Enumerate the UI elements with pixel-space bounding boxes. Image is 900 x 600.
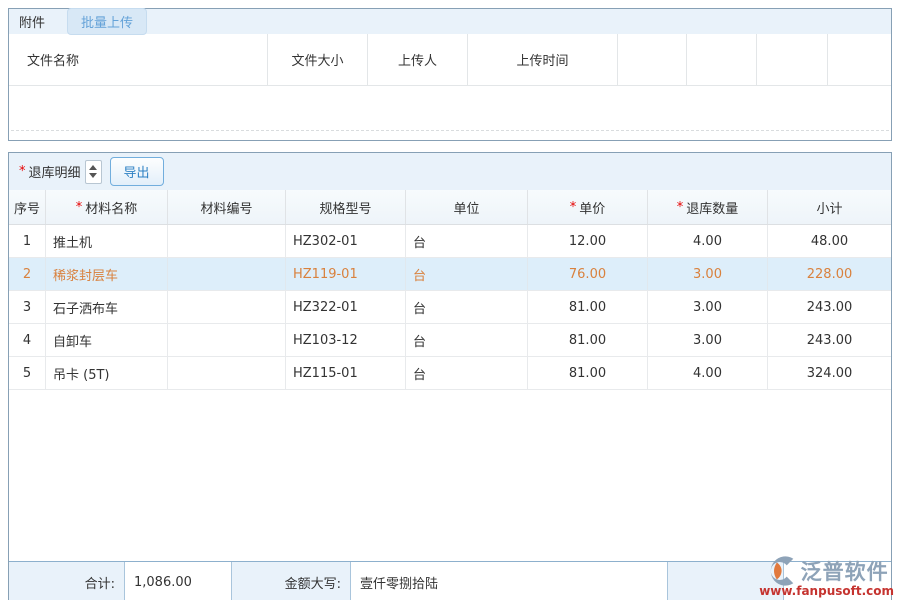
total-label: 合计: (9, 562, 125, 600)
cell-spec-model: HZ103-12 (286, 324, 406, 356)
cell-unit: 台 (406, 225, 528, 257)
cell-spec-model: HZ115-01 (286, 357, 406, 389)
cell-subtotal: 228.00 (768, 258, 891, 290)
detail-header-bar: * 退库明细 导出 (9, 153, 891, 190)
cell-material-code (168, 291, 286, 323)
column-header-unit-price: *单价 (528, 190, 648, 224)
column-header-seq: 序号 (9, 190, 46, 224)
cell-return-qty: 3.00 (648, 291, 768, 323)
cell-material-code (168, 258, 286, 290)
cell-seq: 4 (9, 324, 46, 356)
column-header-unit: 单位 (406, 190, 528, 224)
cell-unit-price: 12.00 (528, 225, 648, 257)
cell-unit: 台 (406, 291, 528, 323)
cell-spec-model: HZ119-01 (286, 258, 406, 290)
cell-unit-price: 81.00 (528, 324, 648, 356)
cell-material-name: 推土机 (46, 225, 168, 257)
cell-subtotal: 243.00 (768, 324, 891, 356)
attachments-column-header-uploader: 上传人 (368, 34, 468, 85)
watermark: 泛普软件 www.fanpusoft.com (759, 555, 894, 598)
required-asterisk: * (76, 200, 83, 215)
attachments-column-header-upload-time: 上传时间 (468, 34, 618, 85)
attachments-column-header-empty-4 (828, 34, 891, 85)
cell-unit: 台 (406, 357, 528, 389)
attachments-empty-body (9, 86, 891, 140)
cell-unit: 台 (406, 324, 528, 356)
table-row[interactable]: 2稀浆封层车 HZ119-01台76.003.00228.00 (9, 258, 891, 291)
cell-material-code (168, 357, 286, 389)
cell-return-qty: 4.00 (648, 225, 768, 257)
watermark-url: www.fanpusoft.com (759, 584, 894, 598)
column-header-label: 单价 (579, 198, 605, 217)
cell-return-qty: 3.00 (648, 324, 768, 356)
column-header-subtotal: 小计 (768, 190, 891, 224)
attachments-column-header-file-name: 文件名称 (9, 34, 268, 85)
cell-subtotal: 48.00 (768, 225, 891, 257)
attachments-column-header-empty-3 (757, 34, 828, 85)
cell-material-name: 石子洒布车 (46, 291, 168, 323)
detail-title: 退库明细 (29, 162, 81, 181)
page: 附件 批量上传 文件名称文件大小上传人上传时间 * 退库明细 导出 序号*材料名… (0, 0, 900, 600)
column-header-label: 序号 (14, 198, 40, 217)
required-asterisk: * (570, 200, 577, 215)
table-row[interactable]: 5吊卡 (5T) HZ115-01台81.004.00324.00 (9, 357, 891, 390)
cell-seq: 5 (9, 357, 46, 389)
cell-unit-price: 76.00 (528, 258, 648, 290)
cell-subtotal: 243.00 (768, 291, 891, 323)
cell-spec-model: HZ302-01 (286, 225, 406, 257)
required-asterisk: * (677, 200, 684, 215)
column-header-return-qty: *退库数量 (648, 190, 768, 224)
cell-spec-model: HZ322-01 (286, 291, 406, 323)
attachments-column-header-file-size: 文件大小 (268, 34, 368, 85)
fanpu-logo-icon (765, 555, 799, 587)
cell-unit: 台 (406, 258, 528, 290)
cell-subtotal: 324.00 (768, 357, 891, 389)
cell-material-code (168, 225, 286, 257)
export-button[interactable]: 导出 (110, 157, 164, 186)
cell-seq: 3 (9, 291, 46, 323)
column-header-label: 材料编号 (200, 198, 252, 217)
cell-material-name: 吊卡 (5T) (46, 357, 168, 389)
cell-seq: 1 (9, 225, 46, 257)
column-header-label: 材料名称 (85, 198, 137, 217)
column-header-material-code: 材料编号 (168, 190, 286, 224)
detail-panel: * 退库明细 导出 序号*材料名称材料编号规格型号单位*单价*退库数量小计 1推… (8, 152, 892, 600)
cell-seq: 2 (9, 258, 46, 290)
row-count-spinner[interactable] (85, 160, 102, 184)
table-row[interactable]: 1推土机 HZ302-01台12.004.0048.00 (9, 225, 891, 258)
table-row[interactable]: 4自卸车 HZ103-12台81.003.00243.00 (9, 324, 891, 357)
attachments-header-bar: 附件 批量上传 (9, 9, 891, 34)
cell-return-qty: 3.00 (648, 258, 768, 290)
column-header-label: 退库数量 (686, 198, 738, 217)
cell-material-name: 自卸车 (46, 324, 168, 356)
detail-table-body: 1推土机HZ302-01台12.004.0048.002稀浆封层车HZ119-0… (9, 225, 891, 390)
cell-return-qty: 4.00 (648, 357, 768, 389)
required-asterisk: * (19, 164, 26, 179)
column-header-material-name: *材料名称 (46, 190, 168, 224)
column-header-label: 单位 (453, 198, 479, 217)
attachments-column-header-empty-2 (687, 34, 757, 85)
batch-upload-button[interactable]: 批量上传 (67, 8, 147, 35)
table-row[interactable]: 3石子洒布车 HZ322-01台81.003.00243.00 (9, 291, 891, 324)
attachments-table-header: 文件名称文件大小上传人上传时间 (9, 34, 891, 86)
column-header-label: 小计 (816, 198, 842, 217)
spinner-up-icon[interactable] (89, 165, 97, 170)
cell-material-name: 稀浆封层车 (46, 258, 168, 290)
column-header-spec-model: 规格型号 (286, 190, 406, 224)
total-value: 1,086.00 (125, 562, 232, 600)
column-header-label: 规格型号 (319, 198, 371, 217)
detail-table-header: 序号*材料名称材料编号规格型号单位*单价*退库数量小计 (9, 190, 891, 225)
spinner-down-icon[interactable] (89, 173, 97, 178)
cell-unit-price: 81.00 (528, 291, 648, 323)
amount-words-value: 壹仟零捌拾陆 (351, 562, 668, 600)
cell-material-code (168, 324, 286, 356)
attachments-title: 附件 (19, 12, 45, 31)
cell-unit-price: 81.00 (528, 357, 648, 389)
attachments-column-header-empty-1 (618, 34, 687, 85)
amount-words-label: 金额大写: (232, 562, 351, 600)
watermark-brand: 泛普软件 (801, 556, 889, 586)
attachments-dashed-divider (11, 130, 889, 131)
attachments-panel: 附件 批量上传 文件名称文件大小上传人上传时间 (8, 8, 892, 141)
